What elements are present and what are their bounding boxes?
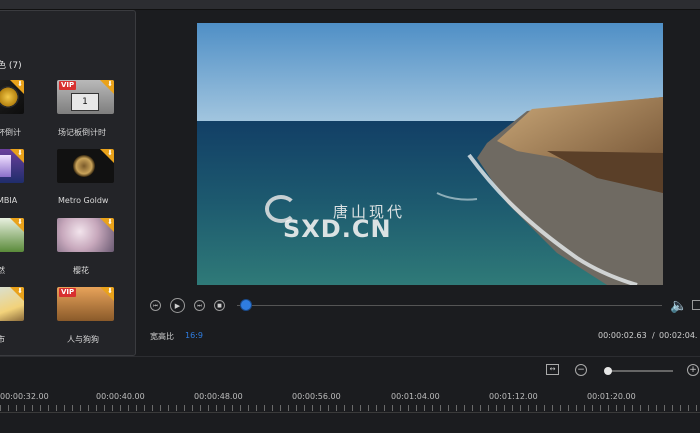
library-caption-2: MBIA: [0, 196, 18, 205]
library-thumb-0[interactable]: ⬇: [0, 80, 24, 114]
zoom-slider[interactable]: [605, 370, 673, 372]
watermark: 唐山现代 SXD.CN: [265, 191, 435, 243]
zoom-out-icon[interactable]: −: [575, 364, 587, 376]
fullscreen-icon[interactable]: [692, 300, 700, 310]
download-icon[interactable]: ⬇: [17, 149, 23, 157]
ruler-baseline: [0, 412, 700, 413]
download-icon[interactable]: ⬇: [107, 80, 113, 88]
library-thumb-6[interactable]: ⬇: [0, 287, 24, 321]
ruler-tick-label: 00:00:56.00: [292, 392, 341, 401]
download-icon[interactable]: ⬇: [107, 218, 113, 226]
next-frame-button[interactable]: ⏭: [194, 300, 205, 311]
progress-bar[interactable]: [237, 305, 662, 306]
clapperboard-graphic: 1: [71, 93, 99, 111]
aspect-ratio-value[interactable]: 16:9: [185, 331, 203, 340]
mgm-logo-graphic: [73, 155, 95, 177]
seaside-cliff-frame: [197, 23, 663, 285]
library-thumb-5[interactable]: ⬇: [57, 218, 114, 252]
download-icon[interactable]: ⬇: [17, 218, 23, 226]
download-icon[interactable]: ⬇: [17, 80, 23, 88]
fit-timeline-icon[interactable]: ↔: [546, 364, 559, 375]
library-caption-6: 市: [0, 334, 5, 345]
timeline-toolbar: [0, 356, 700, 387]
ruler-tick-label: 00:00:48.00: [194, 392, 243, 401]
window-top-bar: [0, 0, 700, 10]
vip-badge: VIP: [59, 81, 77, 90]
play-button[interactable]: ▶: [170, 298, 185, 313]
ruler-tick-label: 00:00:32.00: [0, 392, 49, 401]
category-title: 色 (7): [0, 61, 22, 71]
library-thumb-4[interactable]: ⬇: [0, 218, 24, 252]
ruler-ticks: [0, 405, 700, 411]
watermark-english: SXD.CN: [283, 215, 392, 243]
total-time: 00:02:04.: [659, 331, 698, 340]
time-separator: /: [652, 331, 655, 340]
effects-library-panel: 色 (7) ⬇ 杯倒计 VIP 1 ⬇ 场记板倒计时 ⬇ MBIA ⬇ Metr…: [0, 10, 136, 356]
progress-handle[interactable]: [240, 300, 251, 310]
download-icon[interactable]: ⬇: [107, 149, 113, 157]
library-caption-5: 樱花: [73, 266, 89, 275]
stop-button[interactable]: ■: [214, 300, 225, 311]
ruler-tick-label: 00:01:04.00: [391, 392, 440, 401]
current-time: 00:00:02.63: [598, 331, 647, 340]
library-thumb-1[interactable]: VIP 1 ⬇: [57, 80, 114, 114]
vip-badge: VIP: [59, 288, 77, 297]
library-caption-7: 人与狗狗: [67, 335, 99, 344]
ruler-tick-label: 00:01:12.00: [489, 392, 538, 401]
aspect-ratio-label: 宽高比: [150, 332, 174, 341]
download-icon[interactable]: ⬇: [17, 287, 23, 295]
video-preview[interactable]: 唐山现代 SXD.CN: [197, 23, 663, 285]
library-thumb-7[interactable]: VIP ⬇: [57, 287, 114, 321]
library-caption-4: 然: [0, 265, 5, 276]
library-thumb-2[interactable]: ⬇: [0, 149, 24, 183]
library-thumb-3[interactable]: ⬇: [57, 149, 114, 183]
volume-icon[interactable]: 🔈: [670, 298, 687, 314]
library-caption-0: 杯倒计: [0, 128, 21, 137]
zoom-in-icon[interactable]: +: [687, 364, 699, 376]
ruler-tick-label: 00:01:20.00: [587, 392, 636, 401]
download-icon[interactable]: ⬇: [107, 287, 113, 295]
ruler-tick-label: 00:00:40.00: [96, 392, 145, 401]
previous-frame-button[interactable]: ⏮: [150, 300, 161, 311]
library-caption-3: Metro Goldw: [58, 196, 109, 205]
library-caption-1: 场记板倒计时: [58, 128, 106, 137]
